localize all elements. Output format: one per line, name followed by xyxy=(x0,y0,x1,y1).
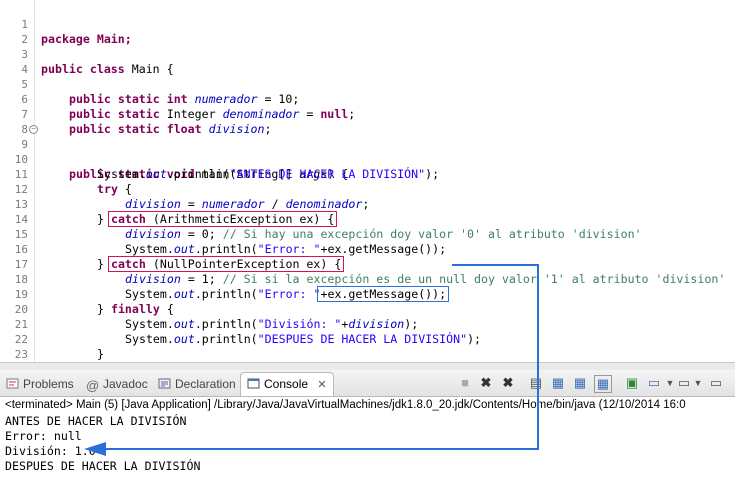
code-line-1: 1 package Main; xyxy=(0,2,735,46)
word-wrap-icon[interactable]: ▦ xyxy=(550,375,566,391)
declaration-icon xyxy=(158,378,171,389)
minimize-icon[interactable]: ▭ xyxy=(708,375,724,391)
fold-toggle-icon[interactable]: − xyxy=(29,125,38,134)
terminate-icon[interactable]: ■ xyxy=(457,375,473,391)
code-line-20: 20 System.out.println("División: "+divis… xyxy=(0,287,735,331)
tab-label: Javadoc xyxy=(103,377,148,391)
code-line-19: 19 } finally { xyxy=(0,272,735,316)
code-line-21: 21 System.out.println("DESPUES DE HACER … xyxy=(0,302,735,346)
display-console-icon[interactable]: ▭ xyxy=(646,375,662,391)
code-line-2: 2 xyxy=(0,17,735,46)
code-line-23: 23 } xyxy=(0,332,735,361)
tab-declaration[interactable]: Declaration xyxy=(158,375,236,393)
code-line-4: 4 xyxy=(0,47,735,76)
tab-label: Problems xyxy=(23,377,74,391)
tab-label: Console xyxy=(264,377,309,391)
code-line-6: 6 public static Integer denominador = nu… xyxy=(0,77,735,121)
show-on-output-icon[interactable]: ▦ xyxy=(572,375,588,391)
code-line-14: 14 division = 0; // Si hay una excepción… xyxy=(0,197,735,241)
code-line-9: 9 − public static void main(String[] arg… xyxy=(0,122,735,181)
problems-icon xyxy=(6,378,19,389)
tab-javadoc[interactable]: @ Javadoc xyxy=(86,375,148,393)
code-line-5: 5 public static int numerador = 10; xyxy=(0,62,735,106)
chevron-down-icon[interactable]: ▼ xyxy=(690,375,706,391)
console-launch-header: <terminated> Main (5) [Java Application]… xyxy=(5,399,686,411)
remove-launch-icon[interactable]: ✖ xyxy=(478,375,494,391)
code-line-17: 17 division = 1; // Si si la excepción e… xyxy=(0,242,735,286)
javadoc-icon: @ xyxy=(86,378,100,393)
console-output-line: DESPUES DE HACER LA DIVISIÓN xyxy=(5,459,201,473)
code-line-8: 8 xyxy=(0,107,735,136)
code-line-15: 15 System.out.println("Error: "+ex.getMe… xyxy=(0,212,735,256)
code-editor[interactable]: 1 package Main; 2 3 public class Main { … xyxy=(0,0,735,362)
console-output-line: Error: null xyxy=(5,429,82,443)
open-console-icon[interactable]: ▣ xyxy=(624,375,640,391)
code-line-13: 13 } catch (ArithmeticException ex) { xyxy=(0,182,735,227)
console-output-line: División: 1.0 xyxy=(5,444,96,458)
console-output-line: ANTES DE HACER LA DIVISIÓN xyxy=(5,414,187,428)
code-line-24: 24 } xyxy=(0,347,735,362)
tab-problems[interactable]: Problems xyxy=(6,375,74,393)
remove-all-icon[interactable]: ✖ xyxy=(500,375,516,391)
tab-console[interactable]: Console ✕ xyxy=(240,372,334,396)
code-line-22: 22 } xyxy=(0,317,735,361)
code-line-3: 3 public class Main { xyxy=(0,32,735,76)
tab-label: Declaration xyxy=(175,377,236,391)
views-tab-bar: Problems @ Javadoc Declaration Console ✕ … xyxy=(0,370,735,397)
code-line-18: 18 System.out.println("Error: "+ex.getMe… xyxy=(0,257,735,302)
code-line-11: 11 try { xyxy=(0,152,735,196)
code-line-7: 7 public static float division; xyxy=(0,92,735,136)
close-icon[interactable]: ✕ xyxy=(317,379,326,391)
code-line-16: 16 } catch (NullPointerException ex) { xyxy=(0,227,735,272)
console-icon xyxy=(247,378,260,389)
scroll-lock-icon[interactable]: ▤ xyxy=(528,375,544,391)
code-line-12: 12 division = numerador / denominador; xyxy=(0,167,735,211)
code-line-10: 10 System.out.println("ANTES DE HACER LA… xyxy=(0,137,735,181)
pin-console-icon[interactable]: ▦ xyxy=(594,375,612,393)
